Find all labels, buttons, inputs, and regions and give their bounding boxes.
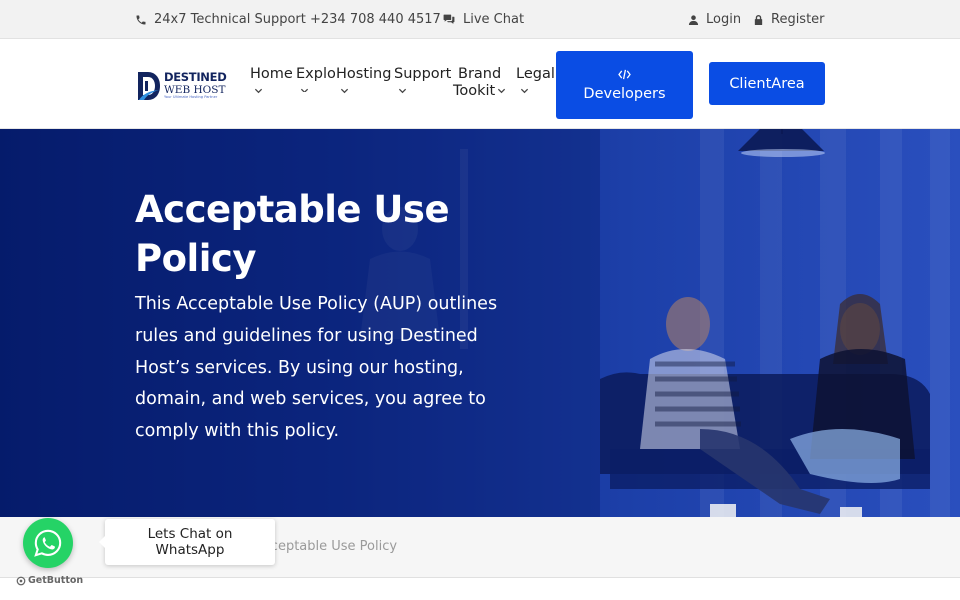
nav-brand-label-line2: Tookit — [453, 83, 496, 99]
login-label: Login — [706, 12, 742, 27]
logo-line2: WEB HOST — [164, 83, 226, 96]
whatsapp-chat-bubble[interactable]: Lets Chat on WhatsApp — [99, 519, 275, 565]
user-icon — [688, 14, 699, 25]
nav-explore[interactable]: Explore — [296, 66, 335, 92]
logo-line1: DESTINED — [164, 70, 227, 85]
site-logo[interactable]: DESTINED WEB HOST Your Ultimate Hosting … — [136, 69, 234, 103]
live-chat-link[interactable]: Live Chat — [442, 0, 524, 39]
chevron-down-icon — [300, 83, 309, 92]
code-icon — [618, 69, 631, 79]
nav-home[interactable]: Home — [250, 66, 293, 94]
chevron-down-icon — [520, 83, 529, 94]
client-area-label: ClientArea — [729, 75, 805, 92]
chevron-down-icon — [497, 83, 506, 94]
phone-icon — [136, 15, 146, 24]
developers-label: Developers — [583, 85, 666, 102]
nav-brand-toolkit[interactable]: Brand Tookit — [453, 66, 506, 99]
support-phone-link[interactable]: 24x7 Technical Support +234 708 440 4517 — [135, 0, 441, 39]
lock-icon — [754, 14, 763, 25]
chevron-down-icon — [398, 83, 407, 94]
nav-support[interactable]: Support — [394, 66, 452, 94]
nav-legal[interactable]: Legal — [516, 66, 555, 94]
whatsapp-chat-button[interactable] — [23, 518, 73, 568]
top-bar: 24x7 Technical Support +234 708 440 4517… — [0, 0, 960, 39]
logo-mark-icon — [136, 70, 162, 102]
getbutton-label: GetButton — [28, 575, 84, 586]
getbutton-credit-link[interactable]: GetButton — [16, 575, 83, 586]
live-chat-label: Live Chat — [463, 12, 525, 27]
page-title: Acceptable Use Policy — [135, 188, 450, 280]
getbutton-logo-icon — [16, 576, 26, 585]
nav-explore-label: Explore — [296, 66, 335, 82]
register-link[interactable]: Register — [753, 0, 825, 39]
register-label: Register — [771, 12, 825, 27]
logo-text: DESTINED WEB HOST Your Ultimate Hosting … — [164, 70, 227, 100]
whatsapp-chat-label: Lets Chat on WhatsApp — [147, 526, 233, 558]
whatsapp-icon — [34, 529, 62, 557]
nav-home-label: Home — [250, 66, 293, 82]
nav-hosting-label: Hosting — [336, 66, 392, 82]
hero-description: This Acceptable Use Policy (AUP) outline… — [135, 294, 498, 442]
chevron-down-icon — [254, 83, 263, 94]
nav-support-label: Support — [394, 66, 452, 82]
nav-hosting[interactable]: Hosting — [336, 66, 392, 94]
breadcrumb-current: Acceptable Use Policy — [255, 539, 398, 554]
chat-icon — [443, 14, 455, 24]
main-header: DESTINED WEB HOST Your Ultimate Hosting … — [0, 39, 960, 129]
support-text: 24x7 Technical Support +234 708 440 4517 — [154, 12, 441, 27]
chevron-down-icon — [340, 83, 349, 94]
client-area-button[interactable]: ClientArea — [709, 62, 825, 105]
developers-button[interactable]: Developers — [556, 51, 693, 119]
nav-brand-label-line1: Brand — [458, 66, 502, 82]
login-link[interactable]: Login — [688, 0, 741, 39]
hero-banner: Acceptable Use Policy This Acceptable Us… — [0, 129, 960, 517]
nav-legal-label: Legal — [516, 66, 555, 82]
logo-tagline: Your Ultimate Hosting Partner — [164, 95, 218, 100]
